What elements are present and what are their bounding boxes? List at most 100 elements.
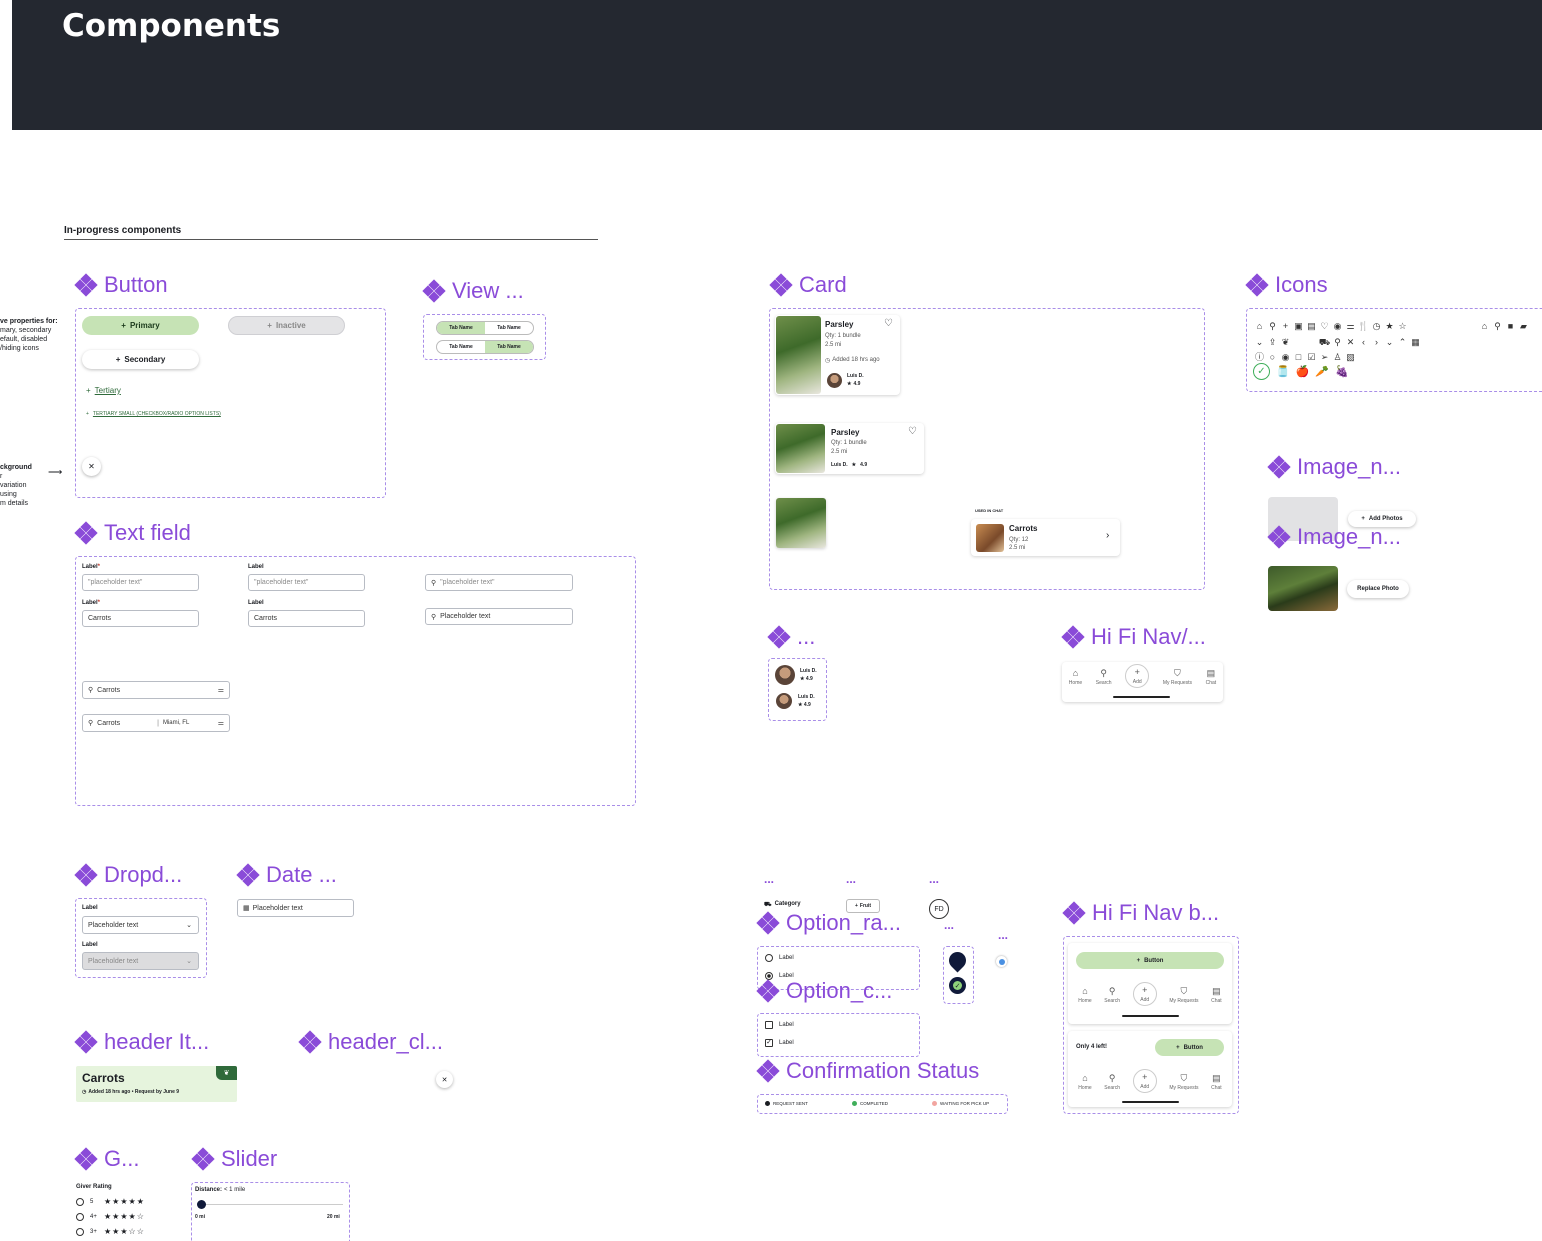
nav-home[interactable]: ⌂ Home	[1078, 986, 1091, 1004]
nav-my-requests[interactable]: ⛉ My Requests	[1169, 986, 1198, 1004]
search-filled-icon: ⚲	[1494, 321, 1501, 331]
search-location-input[interactable]: ⚲ Carrots | Miami, FL ⚌	[82, 714, 230, 732]
component-icon	[236, 863, 260, 887]
inactive-button[interactable]: + Inactive	[228, 316, 345, 335]
primary-button[interactable]: + Primary	[82, 316, 199, 335]
nav-chat[interactable]: ▤ Chat	[1211, 1073, 1222, 1091]
component-title-text: header It...	[104, 1029, 210, 1054]
avatar-small	[776, 693, 792, 709]
date-input[interactable]: ▦ Placeholder text	[237, 899, 354, 917]
rating-option[interactable]: 4+ ★★★★☆	[76, 1212, 145, 1221]
rating-value: 4.9	[805, 676, 813, 682]
dropdown-select[interactable]: Placeholder text ⌄	[82, 916, 199, 934]
tab-selected[interactable]: Tab Name	[485, 341, 533, 353]
option-label: Label	[779, 1040, 794, 1046]
nav-search[interactable]: ⚲ Search	[1096, 668, 1112, 686]
arrow-right-icon: ⟶	[48, 467, 63, 478]
tab-selected[interactable]: Tab Name	[437, 322, 485, 334]
secondary-button[interactable]: + Secondary	[82, 350, 199, 369]
text-input-filled[interactable]: Carrots	[248, 610, 365, 627]
heart-icon[interactable]: ♡	[908, 426, 917, 437]
note-line: m details	[0, 500, 29, 507]
nav-home[interactable]: ⌂ Home	[1069, 668, 1082, 686]
search-input-placeholder[interactable]: ⚲ "placeholder text"	[425, 574, 573, 591]
search-icon: ⚲	[1269, 321, 1276, 331]
image-icon: ▧	[1346, 352, 1355, 362]
slider-track[interactable]	[198, 1204, 343, 1205]
text-input-placeholder[interactable]: "placeholder text"	[248, 574, 365, 591]
search-filter-input[interactable]: ⚲ Carrots ⚌	[82, 681, 230, 699]
select-value: Placeholder text	[88, 921, 139, 929]
slider-handle[interactable]	[197, 1200, 206, 1209]
nav-search[interactable]: ⚲ Search	[1104, 986, 1120, 1004]
listing-card-compact[interactable]: Parsley Qty: 1 bundle 2.5 mi Luis D. ★ 4.9…	[775, 423, 924, 474]
replace-photo-button[interactable]: Replace Photo	[1347, 580, 1409, 598]
search-input[interactable]: ⚲ Placeholder text	[425, 608, 573, 625]
filter-icon[interactable]: ⚌	[218, 686, 224, 694]
listing-name: Parsley	[831, 428, 860, 437]
rating-option[interactable]: 5 ★★★★★	[76, 1197, 145, 1206]
calendar-small-icon: ▦	[1411, 337, 1420, 347]
search-icon: ⚲	[88, 720, 94, 727]
chevron-down-icon: ⌄	[186, 958, 192, 965]
tertiary-button[interactable]: + Tertiary	[86, 386, 121, 395]
home-icon: ⌂	[1082, 986, 1088, 996]
tertiary-small-button[interactable]: + TERTIARY SMALL (CHECKBOX/RADIO OPTION L…	[86, 411, 221, 417]
component-title-text: Icons	[1275, 272, 1328, 297]
tab[interactable]: Tab Name	[437, 341, 485, 353]
nav-add[interactable]: + Add	[1132, 982, 1157, 1006]
star-icon: ★	[847, 381, 852, 387]
heart-icon: ♡	[1320, 321, 1329, 331]
chevron-right-icon[interactable]: ›	[1106, 530, 1109, 541]
bag-filled-icon: ■	[1507, 321, 1514, 331]
component-icon	[74, 521, 98, 545]
filter-icon[interactable]: ⚌	[218, 719, 224, 727]
checkbox-option-checked[interactable]: ✓ Label	[765, 1039, 794, 1047]
nav-home[interactable]: ⌂ Home	[1078, 1073, 1091, 1091]
listing-card[interactable]: Parsley Qty: 1 bundle 2.5 mi ◷ Added 18 h…	[775, 315, 900, 395]
nav-primary-button[interactable]: + Button	[1076, 952, 1224, 969]
chevron-down-small-icon: ⌄	[1385, 337, 1394, 347]
checkbox-option[interactable]: Label	[765, 1021, 794, 1029]
text-input-placeholder[interactable]: "placeholder text"	[82, 574, 199, 591]
status-dot	[932, 1101, 937, 1106]
listing-name: Parsley	[825, 320, 854, 329]
field-label: Label	[82, 905, 98, 911]
search-icon: ⚲	[1100, 668, 1107, 678]
header-close-button[interactable]: ✕	[436, 1071, 453, 1088]
select-value: Placeholder text	[88, 957, 139, 965]
nav-add[interactable]: + Add	[1132, 1069, 1157, 1093]
text-input-filled[interactable]: Carrots	[82, 610, 199, 627]
plus-icon: +	[86, 411, 89, 417]
component-title-text: G...	[104, 1146, 140, 1171]
checkbox-checked-icon: ☑	[1307, 352, 1316, 362]
nav-primary-button-small[interactable]: + Button	[1155, 1039, 1224, 1056]
nav-add[interactable]: + Add	[1125, 664, 1150, 688]
send-icon: ➢	[1320, 352, 1329, 362]
field-label: Label*	[82, 564, 100, 570]
nav-my-requests[interactable]: ⛉ My Requests	[1169, 1073, 1198, 1091]
heart-icon[interactable]: ♡	[884, 318, 893, 329]
user-rating: ★ 4.9	[847, 381, 860, 387]
component-icon	[74, 863, 98, 887]
close-button[interactable]: ✕	[82, 457, 101, 476]
nav-label: Home	[1078, 998, 1092, 1004]
nav-search[interactable]: ⚲ Search	[1104, 1073, 1120, 1091]
nav-label: My Requests	[1169, 998, 1199, 1004]
dropdown-select-disabled[interactable]: Placeholder text ⌄	[82, 952, 199, 970]
header-item-name: Carrots	[82, 1071, 125, 1085]
button-label: Button	[1183, 1044, 1203, 1051]
nav-label: Chat	[1205, 680, 1217, 686]
tab[interactable]: Tab Name	[485, 322, 533, 334]
rating-option[interactable]: 3+ ★★★☆☆	[76, 1227, 145, 1236]
component-title-text: Card	[799, 272, 847, 297]
nav-my-requests[interactable]: ⛉ My Requests	[1163, 668, 1192, 686]
radio-option[interactable]: Label	[765, 954, 794, 962]
nav-label: Home	[1068, 680, 1083, 686]
listing-thumbnail[interactable]	[776, 498, 826, 548]
nav-chat[interactable]: ▤ Chat	[1206, 668, 1217, 686]
chat-item-card[interactable]: Carrots Qty: 12 2.5 mi ›	[971, 519, 1120, 556]
nav-chat[interactable]: ▤ Chat	[1211, 986, 1222, 1004]
nav-label: My Requests	[1169, 1085, 1199, 1091]
note-line: r	[0, 473, 3, 480]
